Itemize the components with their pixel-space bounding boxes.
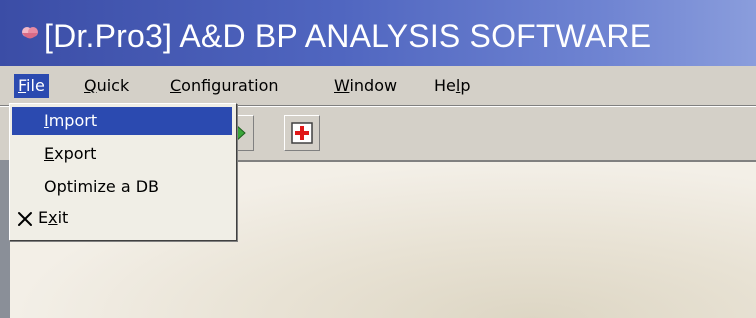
- red-cross-icon: [291, 122, 313, 144]
- close-x-icon: [18, 212, 32, 226]
- menu-configuration[interactable]: Configuration: [166, 74, 283, 98]
- menu-item-import-label: Import: [44, 111, 98, 130]
- menu-file[interactable]: File: [14, 74, 49, 98]
- window-title: [Dr.Pro3] A&D BP ANALYSIS SOFTWARE: [44, 18, 652, 54]
- title-bar[interactable]: [Dr.Pro3] A&D BP ANALYSIS SOFTWARE: [0, 0, 756, 66]
- menu-item-export-label: Export: [44, 144, 97, 163]
- menu-item-exit-label: Exit: [38, 208, 69, 227]
- menu-item-export[interactable]: Export: [12, 140, 232, 168]
- file-dropdown-menu: Import Export Optimize a DB Exit: [9, 103, 237, 241]
- menu-help[interactable]: Help: [430, 74, 474, 98]
- menu-item-exit[interactable]: Exit: [12, 204, 232, 232]
- menu-bar: File Quick Configuration Window Help: [0, 66, 756, 106]
- menu-item-optimize-db[interactable]: Optimize a DB: [12, 173, 232, 201]
- app-window: [Dr.Pro3] A&D BP ANALYSIS SOFTWARE File …: [0, 0, 756, 318]
- menu-item-import[interactable]: Import: [12, 107, 232, 135]
- menu-item-optimize-db-label: Optimize a DB: [44, 177, 160, 196]
- app-logo-icon: [22, 27, 38, 39]
- menu-quick[interactable]: Quick: [80, 74, 133, 98]
- menu-window[interactable]: Window: [330, 74, 401, 98]
- toolbar-button-red-cross[interactable]: [284, 115, 320, 151]
